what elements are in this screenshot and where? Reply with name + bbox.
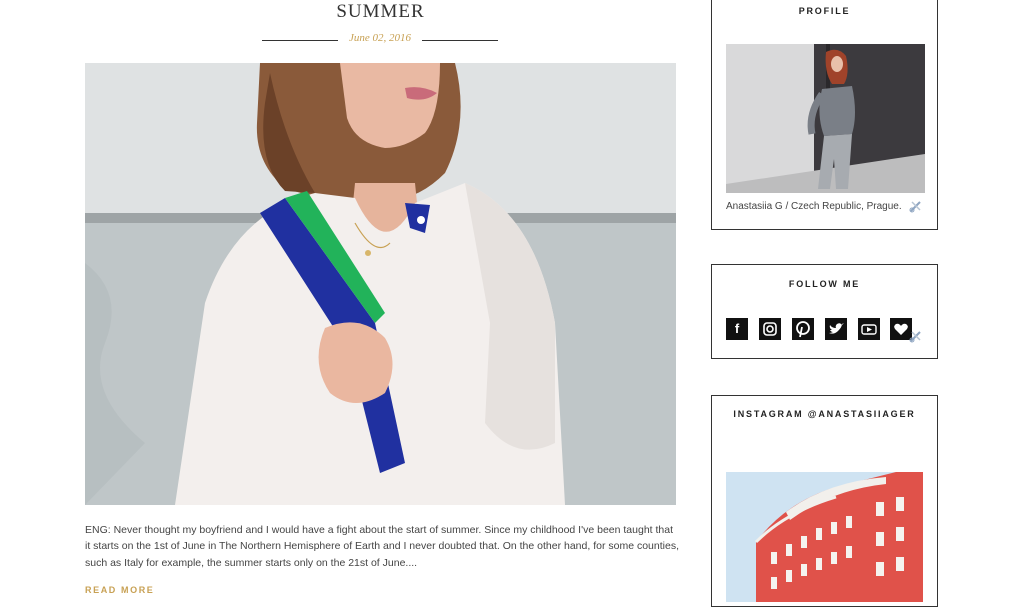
pinterest-icon[interactable]	[792, 318, 814, 340]
facebook-icon[interactable]: f	[726, 318, 748, 340]
date-divider-right	[422, 40, 498, 41]
youtube-icon[interactable]	[858, 318, 880, 340]
profile-photo[interactable]	[726, 44, 925, 193]
profile-widget: PROFILE Anastasiia G / Czech Republic, P…	[711, 0, 938, 230]
twitter-icon[interactable]	[825, 318, 847, 340]
post-title[interactable]: SUMMER	[85, 1, 676, 23]
read-more-link[interactable]: READ MORE	[85, 585, 154, 595]
post-excerpt: ENG: Never thought my boyfriend and I wo…	[85, 524, 679, 569]
follow-widget: FOLLOW ME f	[711, 264, 938, 359]
date-divider-left	[262, 40, 338, 41]
quick-edit-icon[interactable]	[909, 199, 923, 213]
instagram-icon[interactable]	[759, 318, 781, 340]
instagram-photo[interactable]	[726, 472, 923, 602]
quick-edit-icon[interactable]	[909, 329, 923, 343]
instagram-widget: INSTAGRAM @ANASTASIIAGER	[711, 395, 938, 607]
instagram-widget-title[interactable]: INSTAGRAM @ANASTASIIAGER	[712, 409, 937, 419]
post-date: June 02, 2016	[348, 32, 411, 44]
profile-caption: Anastasiia G / Czech Republic, Prague.	[726, 201, 902, 212]
follow-widget-title: FOLLOW ME	[788, 279, 861, 289]
profile-widget-title: PROFILE	[798, 6, 851, 16]
post-date-row: June 02, 2016	[85, 32, 676, 48]
post-hero-image[interactable]	[85, 63, 676, 505]
